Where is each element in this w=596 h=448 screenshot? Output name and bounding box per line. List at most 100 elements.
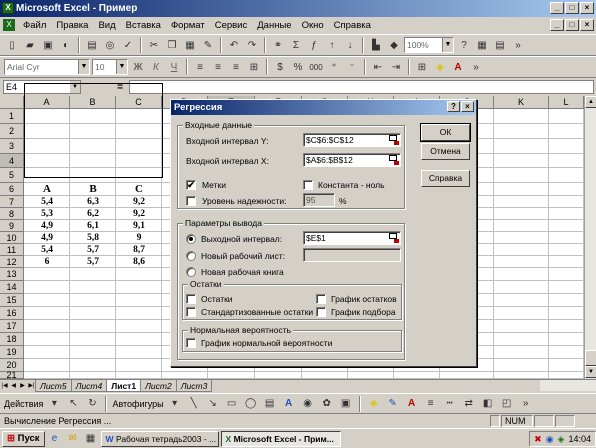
scroll-up-icon[interactable]: ▲ <box>585 96 596 108</box>
table-cell[interactable]: 6,2 <box>70 208 116 220</box>
font-color-icon[interactable]: A <box>404 396 420 412</box>
line-style-icon[interactable]: ≡ <box>423 396 439 412</box>
collapse-dialog-icon[interactable] <box>389 135 399 145</box>
3d-icon[interactable]: ◰ <box>499 396 515 412</box>
row-header[interactable]: 3 <box>0 139 24 154</box>
redo-icon[interactable]: ↷ <box>244 37 260 53</box>
table-header-cell[interactable]: C <box>116 183 162 196</box>
table-cell[interactable]: 6 <box>24 256 70 268</box>
line-color-icon[interactable]: ✎ <box>385 396 401 412</box>
sheet-tab[interactable]: Лист4 <box>70 380 108 392</box>
sheet-tab[interactable]: Лист3 <box>175 380 213 392</box>
row-header[interactable]: 8 <box>0 208 24 220</box>
table-cell[interactable]: 9,2 <box>116 208 162 220</box>
column-header[interactable]: L <box>549 96 584 109</box>
toolbar-options-icon[interactable]: » <box>518 396 534 412</box>
borders-icon[interactable]: ⊞ <box>414 59 430 75</box>
toolbar-options-icon[interactable]: » <box>510 37 526 53</box>
clipart-icon[interactable]: ✿ <box>319 396 335 412</box>
font-select[interactable]: Arial Cyr ▼ <box>4 59 90 75</box>
diagram-icon[interactable]: ◉ <box>300 396 316 412</box>
taskbar-word-document[interactable]: W Рабочая тетрадь2003 - ... <box>100 430 219 447</box>
table-cell[interactable]: 5,4 <box>24 196 70 208</box>
output-range-input[interactable]: $E$1 <box>303 231 401 245</box>
maximize-button[interactable]: □ <box>565 2 579 14</box>
row-header[interactable]: 6 <box>0 183 24 196</box>
toolbar-options-icon[interactable]: » <box>468 59 484 75</box>
row-header[interactable]: 15 <box>0 294 24 307</box>
dialog-close-button[interactable]: × <box>461 101 474 112</box>
align-right-icon[interactable]: ≡ <box>228 59 244 75</box>
shadow-icon[interactable]: ◧ <box>480 396 496 412</box>
show-desktop-icon[interactable]: ▦ <box>83 431 99 447</box>
next-sheet-icon[interactable]: ▶ <box>18 381 27 392</box>
tray-icon[interactable]: ✖ <box>534 432 542 446</box>
fill-color-icon[interactable]: ◈ <box>432 59 448 75</box>
vertical-scrollbar[interactable]: ▲ ▼ <box>584 96 596 379</box>
menu-insert[interactable]: Вставка <box>121 20 166 31</box>
start-button[interactable]: ⊞ Пуск <box>2 430 45 447</box>
font-color-icon[interactable]: A <box>450 59 466 75</box>
decrease-decimal-icon[interactable]: ⁻ <box>344 59 360 75</box>
actions-menu[interactable]: Действия <box>4 399 43 409</box>
confidence-input[interactable]: 95 <box>303 193 335 207</box>
minimize-button[interactable]: _ <box>550 2 564 14</box>
scroll-thumb[interactable] <box>585 350 596 366</box>
select-all-corner[interactable] <box>0 96 24 109</box>
ie-icon[interactable]: e <box>47 431 63 447</box>
table-cell[interactable]: 9 <box>116 232 162 244</box>
constant-zero-checkbox[interactable] <box>303 180 313 190</box>
spelling-icon[interactable]: ✓ <box>120 37 136 53</box>
output-range-radio[interactable] <box>186 234 196 244</box>
font-size-select[interactable]: 10 ▼ <box>92 59 128 75</box>
ok-button[interactable]: ОК <box>420 123 471 142</box>
row-header[interactable]: 17 <box>0 320 24 333</box>
menu-view[interactable]: Вид <box>93 20 120 31</box>
row-header[interactable]: 9 <box>0 220 24 232</box>
doc-minimize-button[interactable]: _ <box>550 19 564 31</box>
increase-indent-icon[interactable]: ⇥ <box>388 59 404 75</box>
fill-color-icon[interactable]: ◈ <box>366 396 382 412</box>
row-header[interactable]: 7 <box>0 196 24 208</box>
sort-desc-icon[interactable]: ↓ <box>342 37 358 53</box>
print-preview-icon[interactable]: ◎ <box>102 37 118 53</box>
sheet-tab[interactable]: Лист2 <box>140 380 177 392</box>
row-header[interactable]: 16 <box>0 307 24 320</box>
autoshapes-menu[interactable]: Автофигуры <box>112 399 163 409</box>
table-cell[interactable]: 8,6 <box>116 256 162 268</box>
row-header[interactable]: 10 <box>0 232 24 244</box>
row-header[interactable]: 21 <box>0 371 24 379</box>
italic-button[interactable]: К <box>148 59 164 75</box>
rotate-icon[interactable]: ↻ <box>84 396 100 412</box>
percent-button[interactable]: % <box>290 59 306 75</box>
table-header-cell[interactable]: A <box>24 183 70 196</box>
table-cell[interactable]: 5,7 <box>70 256 116 268</box>
wordart-icon[interactable]: A <box>281 396 297 412</box>
underline-button[interactable]: Ч <box>166 59 182 75</box>
new-sheet-radio[interactable] <box>186 251 196 261</box>
permission-icon[interactable]: ◐ <box>58 37 74 53</box>
table-cell[interactable]: 5,8 <box>70 232 116 244</box>
new-icon[interactable]: ▯ <box>4 37 20 53</box>
align-left-icon[interactable]: ≡ <box>192 59 208 75</box>
bold-button[interactable]: Ж <box>130 59 146 75</box>
chart-wizard-icon[interactable]: ▙ <box>368 37 384 53</box>
table-cell[interactable]: 4,9 <box>24 232 70 244</box>
first-sheet-icon[interactable]: |◀ <box>0 381 9 392</box>
table-cell[interactable]: 5,4 <box>24 244 70 256</box>
function-icon[interactable]: ƒ <box>306 37 322 53</box>
menu-edit[interactable]: Правка <box>51 20 93 31</box>
row-header[interactable]: 1 <box>0 109 24 124</box>
decrease-indent-icon[interactable]: ⇤ <box>370 59 386 75</box>
save-icon[interactable]: ▣ <box>40 37 56 53</box>
y-range-input[interactable]: $C$6:$C$12 <box>303 133 401 147</box>
row-header[interactable]: 14 <box>0 281 24 294</box>
residuals-checkbox[interactable] <box>186 294 196 304</box>
column-header[interactable]: K <box>494 96 549 109</box>
cut-icon[interactable]: ✂ <box>146 37 162 53</box>
table-header-cell[interactable]: B <box>70 183 116 196</box>
paste-icon[interactable]: ▦ <box>182 37 198 53</box>
row-header[interactable]: 18 <box>0 333 24 346</box>
table-cell[interactable]: 9,1 <box>116 220 162 232</box>
format-painter-icon[interactable]: ✎ <box>200 37 216 53</box>
